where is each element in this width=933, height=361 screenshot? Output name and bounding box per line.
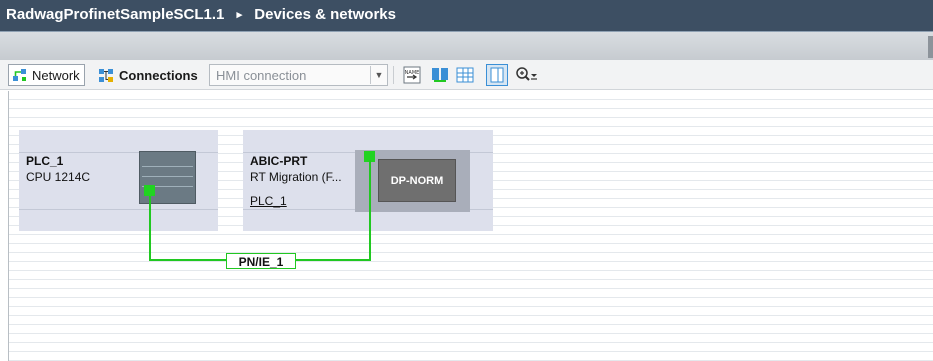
network-button-label: Network bbox=[32, 67, 80, 83]
profinet-port-icon[interactable] bbox=[144, 185, 155, 196]
connection-type-value: HMI connection bbox=[216, 67, 307, 83]
device-type: CPU 1214C bbox=[26, 170, 91, 184]
overview-panel-icon[interactable] bbox=[486, 64, 508, 86]
device-name-icon[interactable]: NAME bbox=[403, 66, 421, 84]
subnet-label[interactable]: PN/IE_1 bbox=[226, 253, 296, 269]
device-plc[interactable]: PLC_1 CPU 1214C bbox=[19, 130, 218, 231]
connections-icon bbox=[99, 69, 113, 82]
svg-text:NAME: NAME bbox=[405, 70, 420, 76]
network-view-icon bbox=[13, 69, 26, 81]
connections-button[interactable]: Connections bbox=[98, 64, 198, 86]
network-wire bbox=[149, 196, 151, 261]
device-name: PLC_1 bbox=[26, 154, 64, 168]
chevron-down-icon[interactable]: ▼ bbox=[370, 66, 387, 84]
tab-strip bbox=[0, 32, 933, 61]
title-bar: RadwagProfinetSampleSCL1.1 ▸ Devices & n… bbox=[0, 0, 933, 32]
network-wire bbox=[369, 160, 371, 261]
zoom-icon[interactable] bbox=[515, 66, 539, 84]
device-rail-line bbox=[19, 209, 218, 210]
device-name: ABIC-PRT bbox=[250, 154, 308, 168]
section-name: Devices & networks bbox=[254, 6, 396, 23]
strip-endcap bbox=[928, 36, 933, 58]
assign-device-icon[interactable] bbox=[431, 66, 449, 84]
breadcrumb-arrow-icon: ▸ bbox=[236, 9, 243, 21]
canvas-left-border bbox=[8, 91, 9, 361]
device-type: RT Migration (F... bbox=[250, 170, 342, 184]
network-button[interactable]: Network bbox=[8, 64, 85, 86]
cpu-module-icon bbox=[139, 151, 196, 204]
connection-type-select[interactable]: HMI connection ▼ bbox=[209, 64, 388, 86]
project-name: RadwagProfinetSampleSCL1.1 bbox=[6, 6, 225, 23]
connections-button-label: Connections bbox=[119, 67, 198, 83]
toolbar-separator bbox=[393, 66, 394, 84]
table-view-icon[interactable] bbox=[456, 66, 474, 84]
dp-module-label: DP-NORM bbox=[378, 159, 456, 202]
assigned-controller-link[interactable]: PLC_1 bbox=[250, 194, 287, 208]
toolbar: Network Connections HMI connection ▼ NAM… bbox=[0, 60, 933, 90]
